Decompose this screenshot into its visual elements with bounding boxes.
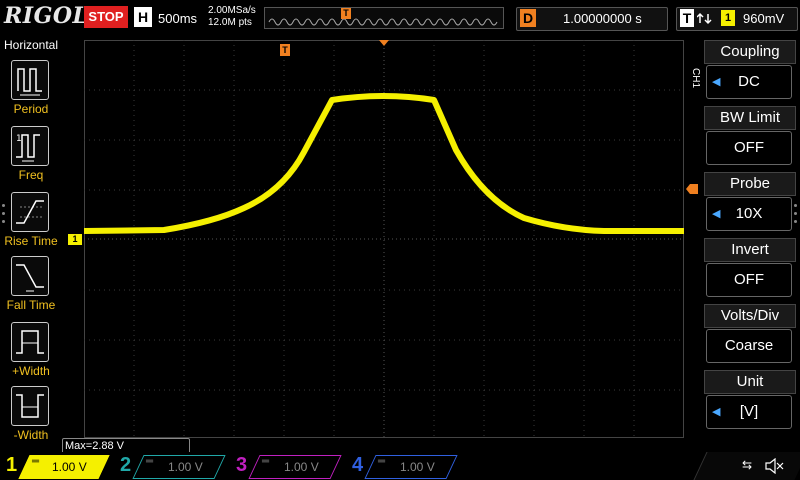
bw-limit-value: OFF: [706, 131, 792, 165]
ch4-coupling-icon: ═: [378, 456, 386, 467]
run-stop-button[interactable]: STOP: [84, 6, 128, 28]
measure-freq-button[interactable]: 1 Freq: [0, 122, 62, 184]
bw-limit-title: BW Limit: [704, 106, 796, 130]
rise-time-label: Rise Time: [4, 234, 58, 248]
left-arrow-icon: ◀: [712, 406, 721, 418]
probe-value-text: 10X: [735, 205, 763, 222]
ch2-scale: 1.00 V: [168, 460, 203, 474]
svg-text:1: 1: [16, 134, 22, 144]
frequency-icon: 1: [11, 126, 49, 166]
left-arrow-icon: ◀: [712, 76, 721, 88]
period-icon: [11, 60, 49, 100]
ch3-coupling-icon: ═: [262, 456, 270, 467]
negative-width-icon: [11, 386, 49, 426]
probe-softkey[interactable]: Probe ◀ 10X: [704, 172, 796, 234]
ch4-scale: 1.00 V: [400, 460, 435, 474]
trigger-label: T: [680, 9, 694, 27]
probe-value: ◀ 10X: [706, 197, 792, 231]
measure-period-button[interactable]: Period: [0, 56, 62, 118]
ch1-scale: 1.00 V: [52, 460, 87, 474]
ch1-coupling-icon: ═: [32, 456, 40, 467]
delay-box[interactable]: D 1.00000000 s: [516, 7, 668, 31]
channel-status-bar: 1 ═ 1.00 V 2 ═ 1.00 V 3 ═ 1.00 V 4 ═ 1.0…: [0, 452, 800, 480]
trigger-position-overview[interactable]: T: [264, 7, 504, 29]
invert-value: OFF: [706, 263, 792, 297]
coupling-title: Coupling: [704, 40, 796, 64]
acquisition-info: 2.00MSa/s 12.0M pts: [208, 5, 256, 29]
menu-title: Horizontal: [3, 38, 59, 52]
horizontal-measure-menu: Horizontal Period 1 Freq Rise Time Fall …: [0, 38, 62, 442]
right-page-dots: [794, 204, 798, 226]
trigger-time-marker[interactable]: T: [280, 44, 290, 56]
graticule: [83, 40, 684, 438]
freq-label: Freq: [18, 168, 44, 182]
top-status-bar: RIGOL STOP H 500ms 2.00MSa/s 12.0M pts T…: [0, 0, 800, 34]
volts-div-softkey[interactable]: Volts/Div Coarse: [704, 304, 796, 366]
bw-limit-softkey[interactable]: BW Limit OFF: [704, 106, 796, 168]
rise-time-icon: [11, 192, 49, 232]
usb-icon: ⇆: [742, 458, 753, 472]
channel-tag: CH1: [690, 68, 701, 89]
sample-rate: 2.00MSa/s: [208, 5, 256, 16]
ch1-number[interactable]: 1: [6, 454, 17, 477]
brand-logo: RIGOL: [4, 3, 89, 29]
delay-value: 1.00000000 s: [563, 11, 642, 26]
memory-depth: 12.0M pts: [208, 17, 252, 28]
invert-title: Invert: [704, 238, 796, 262]
coupling-softkey[interactable]: Coupling ◀ DC: [704, 40, 796, 102]
center-marker-icon: [379, 40, 389, 46]
fall-time-icon: [11, 256, 49, 296]
waveform-overview-icon: [268, 18, 498, 26]
coupling-value-text: DC: [738, 73, 760, 90]
volts-div-title: Volts/Div: [704, 304, 796, 328]
unit-title: Unit: [704, 370, 796, 394]
trigger-level-marker-icon[interactable]: [686, 184, 698, 194]
ch3-number[interactable]: 3: [236, 454, 247, 477]
horizontal-label: H: [134, 7, 152, 27]
unit-value: ◀ [V]: [706, 395, 792, 429]
measure-rise-time-button[interactable]: Rise Time: [0, 188, 62, 250]
positive-width-label: +Width: [12, 364, 50, 378]
invert-softkey[interactable]: Invert OFF: [704, 238, 796, 300]
negative-width-label: -Width: [13, 428, 49, 442]
unit-value-text: [V]: [739, 403, 759, 420]
volts-div-value: Coarse: [706, 329, 792, 363]
measure-negative-width-button[interactable]: -Width: [0, 382, 62, 444]
timebase-value[interactable]: 500ms: [158, 11, 197, 26]
fall-time-label: Fall Time: [6, 298, 56, 312]
positive-width-icon: [11, 322, 49, 362]
trigger-source-chip: 1: [721, 10, 735, 26]
trigger-level-value: 960mV: [743, 11, 785, 26]
waveform-display[interactable]: T: [83, 40, 684, 438]
ch4-number[interactable]: 4: [352, 454, 363, 477]
unit-softkey[interactable]: Unit ◀ [V]: [704, 370, 796, 432]
ch3-scale: 1.00 V: [284, 460, 319, 474]
delay-label: D: [520, 9, 536, 27]
edge-icons: [697, 12, 712, 25]
period-label: Period: [13, 102, 49, 116]
left-arrow-icon: ◀: [712, 208, 721, 220]
measure-fall-time-button[interactable]: Fall Time: [0, 252, 62, 314]
probe-title: Probe: [704, 172, 796, 196]
measure-positive-width-button[interactable]: +Width: [0, 318, 62, 380]
trigger-position-marker: T: [341, 8, 351, 19]
coupling-value: ◀ DC: [706, 65, 792, 99]
speaker-mute-icon[interactable]: [764, 458, 784, 474]
ch2-number[interactable]: 2: [120, 454, 131, 477]
trigger-box[interactable]: T 1 960mV: [676, 7, 798, 31]
ch2-coupling-icon: ═: [146, 456, 154, 467]
ch1-ground-marker[interactable]: 1: [68, 234, 82, 245]
